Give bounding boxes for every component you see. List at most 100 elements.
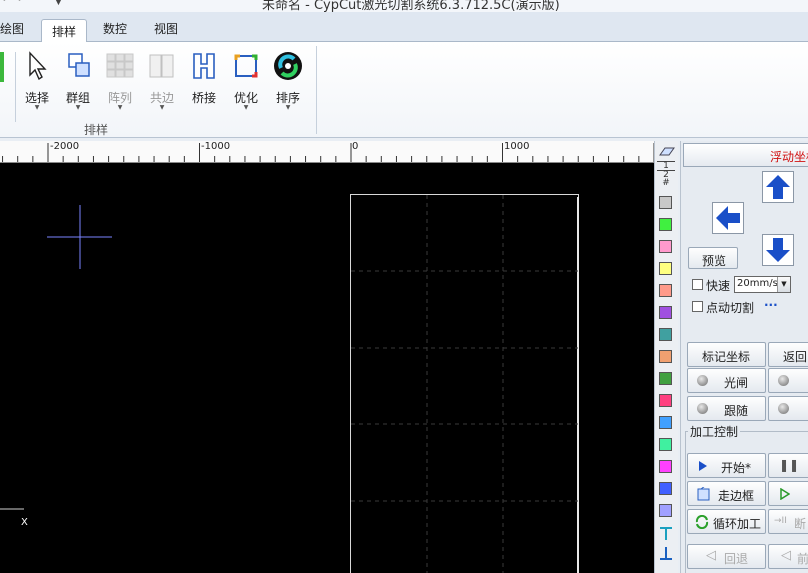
layer-color-swatch[interactable] — [659, 416, 672, 429]
eraser-icon[interactable] — [657, 146, 677, 158]
indicator-light-icon — [778, 403, 789, 414]
group-button[interactable]: 群组 ▼ — [58, 50, 98, 111]
layer-color-swatch[interactable] — [659, 438, 672, 451]
select-arrow-icon — [29, 51, 47, 81]
layer-color-swatch[interactable] — [659, 350, 672, 363]
chevron-down-icon: ▼ — [117, 104, 123, 111]
layer-color-swatch[interactable] — [659, 460, 672, 473]
optimize-icon — [234, 54, 258, 78]
align-bottom-icon[interactable] — [658, 546, 676, 562]
indicator-button-4[interactable] — [768, 396, 808, 421]
crosshair-cursor — [47, 205, 112, 269]
back-icon: ◁ — [706, 548, 716, 563]
control-panel: 浮动坐标 预览 快速 20mm/s ▼ 点动切割 ··· 标记坐标 返回 光闸 … — [680, 141, 808, 573]
chevron-down-icon: ▼ — [243, 104, 249, 111]
ribbon-separator — [15, 52, 16, 122]
step-button[interactable] — [768, 481, 808, 506]
pause-button[interactable]: ❚❚ — [768, 453, 808, 478]
undo-redo-icons[interactable]: ↶ ↷ — [2, 0, 22, 6]
horizontal-ruler[interactable]: -2000 -1000 0 1000 — [0, 141, 654, 163]
sheet-outline — [350, 194, 579, 573]
group-icon — [68, 53, 90, 77]
layer-color-swatch[interactable] — [659, 328, 672, 341]
chevron-down-icon: ▼ — [34, 104, 40, 111]
more-options-button[interactable]: ··· — [764, 298, 778, 312]
jog-cut-label: 点动切割 — [706, 301, 755, 315]
forward-icon: ◁ — [781, 548, 791, 563]
ruler-ticks — [2, 143, 654, 162]
move-down-button[interactable] — [762, 234, 794, 266]
bridge-button[interactable]: 桥接 — [184, 50, 224, 106]
indicator-light-icon — [778, 375, 789, 386]
jog-cut-checkbox[interactable] — [692, 301, 703, 312]
align-top-icon[interactable] — [658, 526, 676, 542]
clipped-tool-icon — [0, 52, 4, 82]
common-edge-icon — [149, 54, 174, 78]
layer-color-swatch[interactable] — [659, 482, 672, 495]
layer-color-swatch[interactable] — [659, 262, 672, 275]
tab-view[interactable]: 视图 — [154, 20, 178, 37]
indicator-light-icon — [697, 375, 708, 386]
frame-button[interactable]: 走边框 — [687, 481, 766, 506]
window-title: 未命名 - CypCut激光切割系统6.3.712.5C(演示版) — [262, 0, 560, 12]
start-button[interactable]: 开始* — [687, 453, 766, 478]
pause-icon: ❚❚ — [779, 458, 800, 472]
layer-header: 1 2 # — [657, 161, 675, 188]
indicator-button-2[interactable] — [768, 368, 808, 393]
layer-color-swatch[interactable] — [659, 372, 672, 385]
move-left-button[interactable] — [712, 202, 744, 234]
indicator-light-icon — [697, 403, 708, 414]
return-button[interactable]: 返回 — [768, 342, 808, 367]
follow-button[interactable]: 跟随 — [687, 396, 766, 421]
layer-color-swatch[interactable] — [659, 284, 672, 297]
sort-icon — [274, 52, 302, 80]
layer-color-swatch[interactable] — [659, 394, 672, 407]
layer-color-swatch[interactable] — [659, 240, 672, 253]
layer-color-swatch[interactable] — [659, 196, 672, 209]
array-icon — [106, 53, 134, 78]
fast-checkbox[interactable] — [692, 279, 703, 290]
forward-button[interactable]: ◁ 前 — [768, 544, 808, 569]
canvas-graphics — [0, 194, 579, 573]
chevron-down-icon: ▼ — [75, 104, 81, 111]
arrow-left-icon — [716, 206, 740, 230]
tab-draw[interactable]: 绘图 — [0, 20, 24, 37]
float-coord-button[interactable]: 浮动坐标 — [683, 143, 808, 167]
arrow-up-icon — [766, 175, 790, 199]
ruler-label: 0 — [352, 141, 359, 152]
select-button[interactable]: 选择 ▼ — [17, 50, 57, 111]
breakpoint-icon: →II — [774, 516, 787, 526]
common-edge-button[interactable]: 共边 ▼ — [142, 50, 182, 111]
layer-color-swatch[interactable] — [659, 504, 672, 517]
breakpoint-button[interactable]: →II 断 — [768, 509, 808, 534]
layer-color-swatch[interactable] — [659, 218, 672, 231]
array-button[interactable]: 阵列 ▼ — [100, 50, 140, 111]
ruler-label: -2000 — [50, 141, 80, 152]
sort-button[interactable]: 排序 ▼ — [268, 50, 308, 111]
play-icon — [699, 461, 707, 471]
frame-icon — [697, 487, 710, 501]
sheet-grid — [351, 195, 578, 573]
ribbon-separator — [316, 46, 317, 134]
ribbon-group-label: 排样 — [84, 123, 109, 137]
tab-cnc[interactable]: 数控 — [103, 20, 127, 37]
back-button[interactable]: ◁ 回退 — [687, 544, 766, 569]
optimize-button[interactable]: 优化 ▼ — [226, 50, 266, 111]
quick-access-dropdown-icon[interactable]: ▼ — [55, 0, 62, 7]
ruler-label: 1000 — [504, 141, 530, 152]
layer-palette: 1 2 # — [654, 141, 678, 573]
drawing-canvas[interactable]: X — [0, 163, 654, 573]
chevron-down-icon: ▼ — [285, 104, 291, 111]
tab-nesting[interactable]: 排样 — [41, 19, 88, 43]
layer-color-swatch[interactable] — [659, 306, 672, 319]
fast-label: 快速 — [706, 279, 731, 293]
move-up-button[interactable] — [762, 171, 794, 203]
loop-process-button[interactable]: 循环加工 — [687, 509, 766, 534]
mark-coord-button[interactable]: 标记坐标 — [687, 342, 766, 367]
shutter-button[interactable]: 光闸 — [687, 368, 766, 393]
ribbon-panel: 选择 ▼ 群组 ▼ 阵列 ▼ 共边 ▼ 桥接 优化 ▼ 排序 ▼ 排样 — [0, 42, 808, 138]
chevron-down-icon: ▼ — [777, 277, 790, 292]
preview-button[interactable]: 预览 — [688, 247, 738, 269]
ruler-label: -1000 — [201, 141, 231, 152]
speed-select[interactable]: 20mm/s ▼ — [734, 276, 791, 293]
